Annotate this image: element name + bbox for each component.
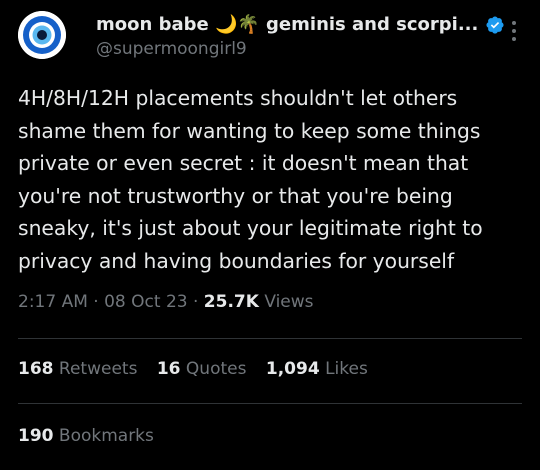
- display-name[interactable]: moon babe 🌙🌴 geminis and scorpi...: [96, 12, 504, 38]
- likes-count: 1,094: [265, 359, 320, 379]
- quotes-count: 16: [156, 359, 181, 379]
- tweet-header: moon babe 🌙🌴 geminis and scorpi... @supe…: [0, 0, 540, 78]
- user-info: moon babe 🌙🌴 geminis and scorpi... @supe…: [96, 12, 504, 60]
- quotes-stat[interactable]: 16 Quotes: [157, 357, 247, 381]
- bookmarks-label: Bookmarks: [58, 426, 154, 446]
- retweets-count: 168: [18, 359, 54, 379]
- views-label: Views: [264, 292, 314, 312]
- meta-separator: ·: [93, 292, 99, 312]
- likes-label: Likes: [325, 359, 368, 379]
- tweet-time[interactable]: 2:17 AM: [18, 292, 88, 312]
- meta-separator: ·: [192, 292, 199, 312]
- tweet-date[interactable]: 08 Oct 23: [104, 292, 187, 312]
- likes-stat[interactable]: 1,094 Likes: [266, 357, 368, 381]
- verified-badge-icon: [485, 15, 505, 35]
- bookmarks-count: 190: [18, 426, 54, 446]
- engagement-stats: 168 Retweets 16 Quotes 1,094 Likes: [18, 357, 382, 381]
- quotes-label: Quotes: [185, 359, 247, 379]
- display-name-text[interactable]: moon babe 🌙🌴 geminis and scorpi...: [96, 12, 478, 38]
- retweets-label: Retweets: [58, 359, 138, 379]
- tweet-text: 4H/8H/12H placements shouldn't let other…: [18, 86, 483, 273]
- more-options-icon[interactable]: [512, 21, 516, 41]
- tweet-meta: 2:17 AM · 08 Oct 23 · 25.7K Views: [18, 290, 314, 314]
- evil-eye-icon[interactable]: [18, 11, 66, 59]
- views-count: 25.7K: [203, 292, 259, 312]
- divider: [18, 338, 522, 339]
- divider: [18, 403, 522, 404]
- bookmarks-stat[interactable]: 190 Bookmarks: [18, 424, 154, 448]
- user-handle[interactable]: @supermoongirl9: [96, 38, 496, 60]
- retweets-stat[interactable]: 168 Retweets: [18, 357, 137, 381]
